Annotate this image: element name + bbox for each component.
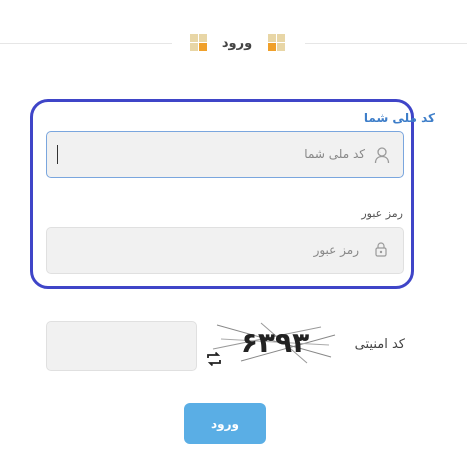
captcha-image: ۶۳۹۳ [212,322,336,364]
lock-icon [375,242,387,257]
submit-button[interactable]: ورود [184,403,266,444]
password-input[interactable]: رمز عبور [46,227,404,274]
header-divider-left [0,43,172,44]
national-code-input[interactable]: کد ملی شما [46,131,404,178]
national-code-label: کد ملی شما [363,111,435,125]
refresh-icon[interactable] [204,349,224,369]
page-title: ورود [221,36,253,51]
password-label: رمز عبور [361,207,403,220]
header-divider-right [305,43,467,44]
password-placeholder: رمز عبور [313,243,359,257]
captcha-label: کد امنیتی [354,337,405,352]
decor-diamond-left [190,34,208,52]
decor-diamond-right [268,34,286,52]
national-code-placeholder: کد ملی شما [304,147,365,161]
captcha-text: ۶۳۹۳ [241,326,309,359]
text-caret [57,145,58,164]
captcha-input[interactable] [46,321,197,371]
user-icon [374,147,390,164]
